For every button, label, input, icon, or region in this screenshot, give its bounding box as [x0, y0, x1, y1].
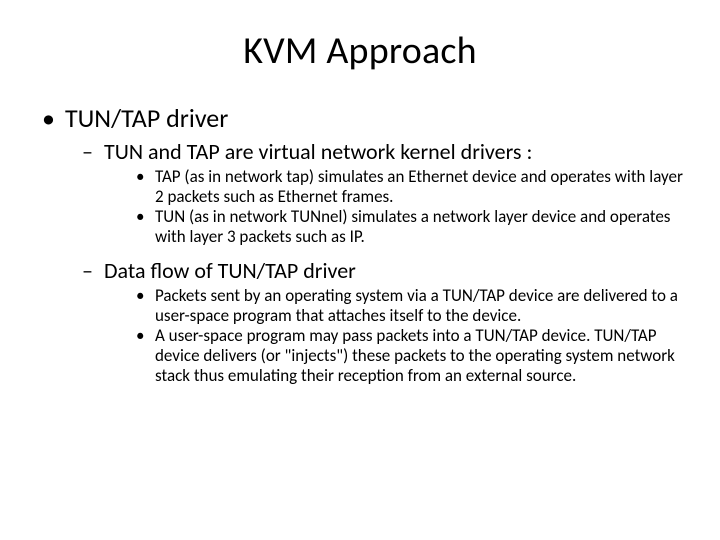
dash-icon: –	[82, 257, 94, 284]
list-item: – TUN and TAP are virtual network kernel…	[82, 138, 684, 247]
sub-sub-list: • TAP (as in network tap) simulates an E…	[82, 167, 684, 247]
lvl3-row: • A user-space program may pass packets …	[136, 326, 684, 386]
bullet-icon: •	[136, 207, 146, 227]
lvl2-text: Data flow of TUN/TAP driver	[104, 257, 356, 284]
slide: KVM Approach • TUN/TAP driver – TUN and …	[0, 0, 720, 540]
sub-list: – TUN and TAP are virtual network kernel…	[36, 138, 684, 386]
bullet-icon: •	[136, 326, 146, 346]
lvl3-row: • TUN (as in network TUNnel) simulates a…	[136, 207, 684, 247]
list-item: • Packets sent by an operating system vi…	[136, 286, 684, 326]
slide-title: KVM Approach	[36, 28, 684, 74]
bullet-icon: •	[136, 286, 146, 306]
lvl2-text: TUN and TAP are virtual network kernel d…	[104, 138, 532, 165]
lvl1-text: TUN/TAP driver	[65, 102, 228, 134]
lvl1-row: • TUN/TAP driver	[36, 102, 684, 134]
list-item: – Data flow of TUN/TAP driver • Packets …	[82, 257, 684, 386]
list-item: • TAP (as in network tap) simulates an E…	[136, 167, 684, 207]
lvl3-text: A user-space program may pass packets in…	[155, 326, 684, 386]
lvl3-row: • TAP (as in network tap) simulates an E…	[136, 167, 684, 207]
lvl3-text: Packets sent by an operating system via …	[155, 286, 684, 326]
bullet-icon: •	[136, 167, 146, 187]
lvl3-text: TUN (as in network TUNnel) simulates a n…	[155, 207, 684, 247]
lvl2-row: – Data flow of TUN/TAP driver	[82, 257, 684, 284]
sub-sub-list: • Packets sent by an operating system vi…	[82, 286, 684, 386]
bullet-list: • TUN/TAP driver – TUN and TAP are virtu…	[36, 102, 684, 386]
list-item: • A user-space program may pass packets …	[136, 326, 684, 386]
bullet-icon: •	[42, 102, 55, 134]
lvl2-row: – TUN and TAP are virtual network kernel…	[82, 138, 684, 165]
dash-icon: –	[82, 138, 94, 165]
list-item: • TUN (as in network TUNnel) simulates a…	[136, 207, 684, 247]
lvl3-text: TAP (as in network tap) simulates an Eth…	[155, 167, 684, 207]
lvl3-row: • Packets sent by an operating system vi…	[136, 286, 684, 326]
list-item: • TUN/TAP driver – TUN and TAP are virtu…	[36, 102, 684, 386]
